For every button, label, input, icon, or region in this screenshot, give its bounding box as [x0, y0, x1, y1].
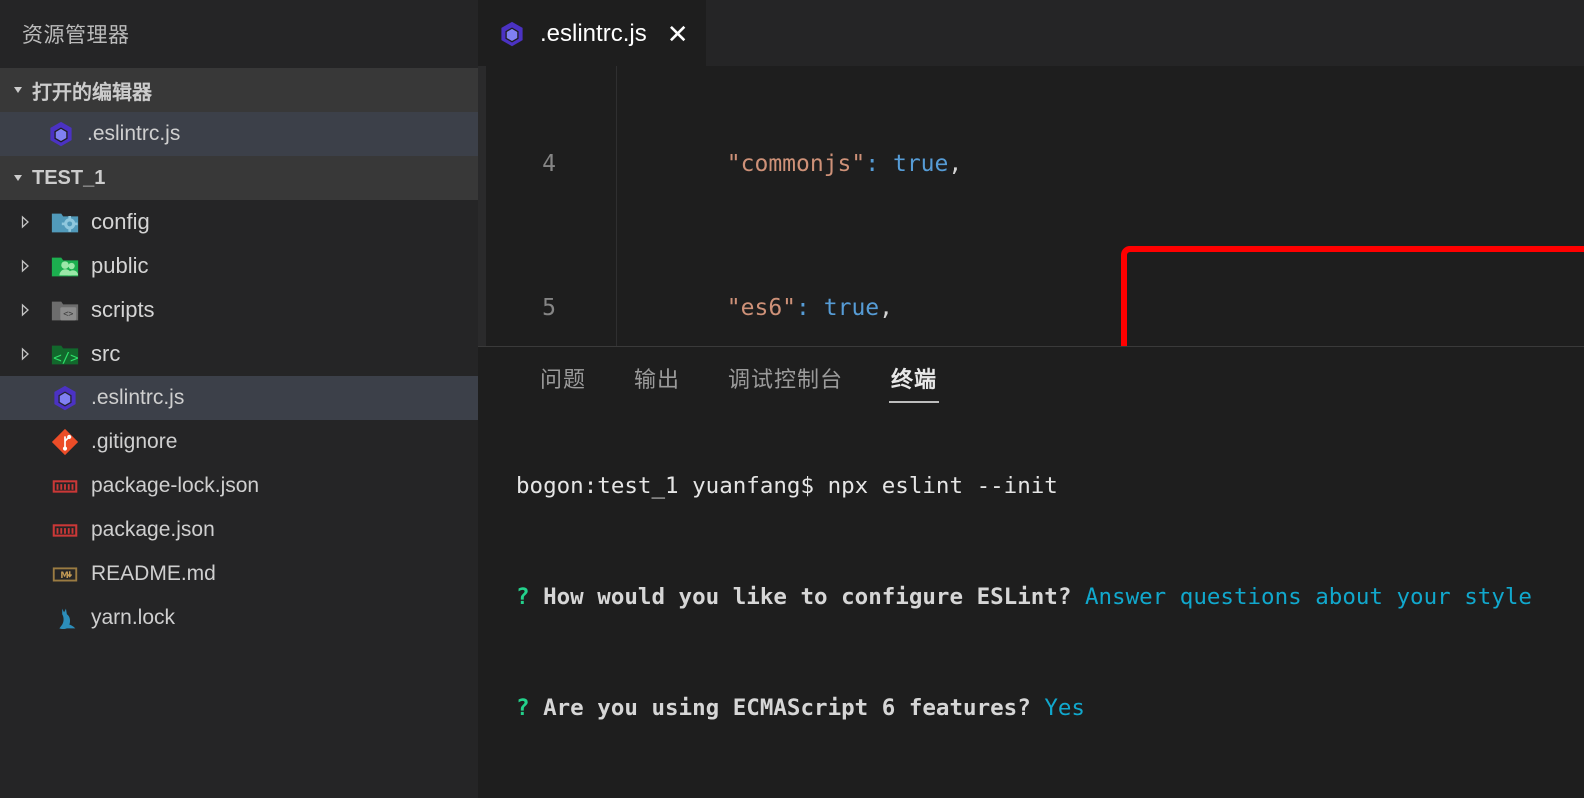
npm-icon	[48, 469, 82, 503]
tree-item-label: public	[91, 253, 149, 278]
open-editors-section-header[interactable]: 打开的编辑器	[0, 68, 478, 112]
tree-item-src[interactable]: </> src	[0, 332, 478, 376]
eslint-icon	[48, 381, 82, 415]
chevron-right-icon[interactable]	[12, 253, 38, 279]
workspace-section-header[interactable]: TEST_1	[0, 156, 478, 200]
chevron-right-icon[interactable]	[12, 297, 38, 323]
code-line: 4 "commonjs": true,	[478, 146, 1584, 182]
chevron-down-icon[interactable]	[6, 77, 32, 103]
tree-item-eslintrc[interactable]: .eslintrc.js	[0, 376, 478, 420]
explorer-sidebar: 资源管理器 打开的编辑器 .eslintrc.js TEST_1 config …	[0, 0, 478, 798]
line-text: "commonjs": true,	[726, 151, 963, 177]
tree-item-label: README.md	[91, 562, 216, 585]
line-number: 4	[542, 151, 556, 177]
terminal-answer: Answer questions about your style	[1084, 583, 1532, 610]
terminal-prompt: bogon:test_1 yuanfang$	[516, 472, 828, 499]
editor-area: .eslintrc.js ✕ 4 "commonjs": true, 5 "es…	[478, 0, 1584, 798]
vscode-window: 资源管理器 打开的编辑器 .eslintrc.js TEST_1 config …	[0, 0, 1584, 798]
folder-public-icon	[48, 249, 82, 283]
tree-item-label: .gitignore	[91, 430, 178, 453]
tree-item-label: .eslintrc.js	[91, 386, 185, 409]
bottom-panel: 问题 输出 调试控制台 终端 bogon:test_1 yuanfang$ np…	[478, 346, 1584, 798]
terminal-line: bogon:test_1 yuanfang$ npx eslint --init	[516, 473, 1584, 501]
git-icon	[48, 425, 82, 459]
chevron-right-icon[interactable]	[12, 209, 38, 235]
line-number: 5	[542, 295, 556, 321]
tree-item-package-lock-json[interactable]: package-lock.json	[0, 464, 478, 508]
question-mark-icon: ?	[516, 583, 544, 610]
svg-text:</>: </>	[53, 350, 78, 366]
question-mark-icon: ?	[516, 694, 544, 721]
code-line: 5 "es6": true,	[478, 290, 1584, 326]
eslint-icon	[496, 18, 528, 50]
terminal-answer: Yes	[1044, 694, 1085, 721]
tree-item-yarn-lock[interactable]: yarn.lock	[0, 596, 478, 640]
close-icon[interactable]: ✕	[667, 21, 689, 47]
terminal-question: Are you using ECMAScript 6 features?	[543, 694, 1031, 721]
svg-text:M: M	[60, 570, 68, 580]
workspace-label: TEST_1	[32, 166, 106, 189]
tree-item-config[interactable]: config	[0, 200, 478, 244]
terminal-question: How would you like to configure ESLint?	[543, 583, 1072, 610]
terminal-output[interactable]: bogon:test_1 yuanfang$ npx eslint --init…	[478, 409, 1584, 798]
terminal-line: ? Are you using ECMAScript 6 features? Y…	[516, 695, 1584, 723]
panel-tabs: 问题 输出 调试控制台 终端	[478, 347, 1584, 409]
tab-output[interactable]: 输出	[610, 347, 704, 409]
tree-item-label: src	[91, 341, 121, 366]
tree-item-package-json[interactable]: package.json	[0, 508, 478, 552]
open-editors-label: 打开的编辑器	[32, 81, 152, 104]
eslint-icon	[44, 117, 78, 151]
open-editor-item-label: .eslintrc.js	[87, 122, 181, 145]
markdown-icon: M	[48, 557, 82, 591]
tree-item-gitignore[interactable]: .gitignore	[0, 420, 478, 464]
open-editor-item-eslintrc[interactable]: .eslintrc.js	[0, 112, 478, 156]
tree-item-public[interactable]: public	[0, 244, 478, 288]
tab-problems[interactable]: 问题	[516, 347, 610, 409]
terminal-command: npx eslint --init	[827, 472, 1058, 499]
code-lines: 4 "commonjs": true, 5 "es6": true, 6 "no…	[478, 66, 1584, 346]
chevron-down-icon[interactable]	[6, 165, 32, 191]
editor-tabs-bar: .eslintrc.js ✕	[478, 0, 1584, 66]
folder-scripts-icon: <>	[48, 293, 82, 327]
code-editor[interactable]: 4 "commonjs": true, 5 "es6": true, 6 "no…	[478, 66, 1584, 346]
tree-item-label: scripts	[91, 297, 155, 322]
tree-item-scripts[interactable]: <> scripts	[0, 288, 478, 332]
chevron-right-icon[interactable]	[12, 341, 38, 367]
folder-config-icon	[48, 205, 82, 239]
tab-label: .eslintrc.js	[540, 19, 647, 47]
tab-debug-console[interactable]: 调试控制台	[704, 347, 867, 409]
npm-icon	[48, 513, 82, 547]
tab-terminal[interactable]: 终端	[867, 347, 961, 409]
tree-item-label: package.json	[91, 518, 215, 541]
tree-item-readme-md[interactable]: M README.md	[0, 552, 478, 596]
tree-item-label: package-lock.json	[91, 474, 260, 497]
tab-eslintrc-js[interactable]: .eslintrc.js ✕	[478, 0, 707, 66]
tree-item-label: yarn.lock	[91, 606, 176, 629]
explorer-title: 资源管理器	[0, 0, 478, 68]
yarn-icon	[48, 601, 82, 635]
line-text: "es6": true,	[726, 295, 893, 321]
svg-text:<>: <>	[63, 309, 73, 319]
folder-src-icon: </>	[48, 337, 82, 371]
terminal-line: ? How would you like to configure ESLint…	[516, 584, 1584, 612]
tree-item-label: config	[91, 209, 150, 234]
